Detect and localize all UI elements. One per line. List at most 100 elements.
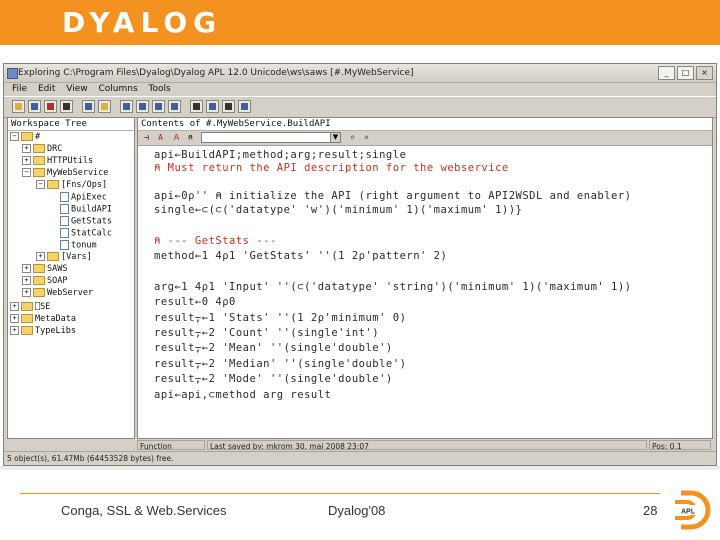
app-icon xyxy=(7,68,18,79)
folder-icon xyxy=(33,156,45,165)
expand-icon[interactable]: + xyxy=(10,326,19,335)
run-icon[interactable] xyxy=(222,100,235,113)
tree-node[interactable]: − MyWebService xyxy=(22,168,108,178)
tree-node[interactable]: + WebServer xyxy=(22,288,93,298)
expand-icon[interactable]: + xyxy=(22,276,31,285)
code-line: result⍪←2 'Median' ''(single'double') xyxy=(154,358,407,370)
list-view-icon[interactable] xyxy=(152,100,165,113)
page-number: 28 xyxy=(643,503,658,518)
menu-tools[interactable]: Tools xyxy=(149,84,171,94)
sort-icon[interactable] xyxy=(190,100,203,113)
tree-node[interactable]: BuildAPI xyxy=(60,204,112,215)
tree-node[interactable]: + DRC xyxy=(22,144,62,154)
menu-columns[interactable]: Columns xyxy=(98,84,137,94)
search-icon[interactable]: ⌕ xyxy=(348,133,357,142)
explorer-statusbar: 5 object(s), 61.47Mb (64453528 bytes) fr… xyxy=(4,451,716,465)
explorer-window: Exploring C:\Program Files\Dyalog\Dyalog… xyxy=(3,63,717,466)
menu-bar: File Edit View Columns Tools xyxy=(4,82,716,96)
tree-node-label: MyWebService xyxy=(47,168,109,178)
small-icons-icon[interactable] xyxy=(136,100,149,113)
tree-node[interactable]: + SAWS xyxy=(22,264,67,274)
window-titlebar[interactable]: Exploring C:\Program Files\Dyalog\Dyalog… xyxy=(4,64,716,83)
expand-icon[interactable]: + xyxy=(22,144,31,153)
menu-file[interactable]: File xyxy=(12,84,27,94)
delete-icon[interactable] xyxy=(44,100,57,113)
folder-icon xyxy=(21,326,33,335)
tree-node-label: SAWS xyxy=(47,264,68,274)
tree-node[interactable]: + TypeLibs xyxy=(10,326,76,336)
align-icon[interactable]: ⊣ xyxy=(142,133,151,142)
dyalog-logo: DYALOG xyxy=(62,6,223,39)
minimize-button[interactable]: _ xyxy=(658,66,675,80)
large-icons-icon[interactable] xyxy=(120,100,133,113)
expand-icon[interactable]: + xyxy=(22,288,31,297)
tree-node-label: GetStats xyxy=(71,216,112,227)
window-title: Exploring C:\Program Files\Dyalog\Dyalog… xyxy=(18,68,414,78)
code-line: result⍪←1 'Stats' ''(1 2⍴'minimum' 0) xyxy=(154,312,407,324)
tree-node-label: # xyxy=(35,132,41,142)
folder-icon xyxy=(33,288,45,297)
tree-node[interactable]: tonum xyxy=(60,240,97,251)
tree-node[interactable]: + [Vars] xyxy=(36,252,92,262)
tree-node[interactable]: + MetaData xyxy=(10,314,76,324)
maximize-button[interactable]: □ xyxy=(677,66,694,80)
properties-icon[interactable] xyxy=(82,100,95,113)
folder-icon xyxy=(21,302,33,311)
tree-node-label: DRC xyxy=(47,144,63,154)
folder-icon xyxy=(21,314,33,323)
up-folder-icon[interactable] xyxy=(98,100,111,113)
tree-node[interactable]: − [Fns/Ops] xyxy=(36,180,107,190)
expand-icon[interactable]: + xyxy=(22,156,31,165)
contents-header: Contents of #.MyWebService.BuildAPI xyxy=(138,118,712,131)
chevron-down-icon[interactable]: ▼ xyxy=(330,132,341,143)
search-next-icon[interactable]: ⌕ xyxy=(362,133,371,142)
tree-node-label: BuildAPI xyxy=(71,204,112,215)
lamp-icon[interactable]: ⍝ xyxy=(186,133,195,142)
menu-edit[interactable]: Edit xyxy=(38,84,55,94)
code-line: result⍪←2 'Count' ''(single'int') xyxy=(154,327,380,339)
toolbar xyxy=(4,96,716,118)
code-line: arg←1 4⍴1 'Input' ''(⊂('datatype' 'strin… xyxy=(154,281,632,293)
expand-icon[interactable]: + xyxy=(36,252,45,261)
tree-node[interactable]: − # xyxy=(10,132,40,142)
tree-node[interactable]: + SOAP xyxy=(22,276,67,286)
details-view-icon[interactable] xyxy=(168,100,181,113)
step-icon[interactable] xyxy=(238,100,251,113)
folder-icon xyxy=(47,180,59,189)
tree-node-label: TypeLibs xyxy=(35,326,76,336)
code-line: result⍪←2 'Mean' ''(single'double') xyxy=(154,342,393,354)
function-icon xyxy=(60,204,69,214)
menu-view[interactable]: View xyxy=(66,84,87,94)
folder-icon xyxy=(33,276,45,285)
tree-node[interactable]: + ⎕SE xyxy=(10,302,50,312)
expand-icon[interactable]: + xyxy=(22,264,31,273)
tree-node-label: HTTPUtils xyxy=(47,156,94,166)
code-line: api←0⍴'' ⍝ initialize the API (right arg… xyxy=(154,190,632,202)
refresh-icon[interactable] xyxy=(206,100,219,113)
tree-node[interactable]: + HTTPUtils xyxy=(22,156,93,166)
collapse-icon[interactable]: − xyxy=(36,180,45,189)
uncomment-icon[interactable]: Ａ xyxy=(172,133,181,142)
editor-statusbar: Function Last saved by: mkrom 30. maj 20… xyxy=(137,440,713,451)
code-line: api←api,⊂method arg result xyxy=(154,389,332,401)
tree-node-label: WebServer xyxy=(47,288,94,298)
status-type: Function xyxy=(137,440,205,450)
tree-node[interactable]: ApiExec xyxy=(60,192,107,203)
open-folder-icon[interactable] xyxy=(12,100,25,113)
comment-icon[interactable]: A xyxy=(156,133,165,142)
expand-icon[interactable]: + xyxy=(10,302,19,311)
code-editor[interactable]: api←BuildAPI;method;arg;result;single ⍝ … xyxy=(154,149,710,437)
collapse-icon[interactable]: − xyxy=(22,168,31,177)
folder-icon xyxy=(21,132,33,141)
close-button[interactable]: × xyxy=(696,66,713,80)
expand-icon[interactable]: + xyxy=(10,314,19,323)
tree-node[interactable]: GetStats xyxy=(60,216,112,227)
status-saved: Last saved by: mkrom 30. maj 2008 23:07 xyxy=(207,440,647,450)
workspace-tree: Workspace Tree − # + DRC + HTTPUtils − MyWeb… xyxy=(7,117,135,439)
tree-node[interactable]: StatCalc xyxy=(60,228,112,239)
collapse-icon[interactable]: − xyxy=(10,132,19,141)
find-icon[interactable] xyxy=(60,100,73,113)
object-select[interactable] xyxy=(201,132,341,143)
new-object-icon[interactable] xyxy=(28,100,41,113)
function-icon xyxy=(60,240,69,250)
